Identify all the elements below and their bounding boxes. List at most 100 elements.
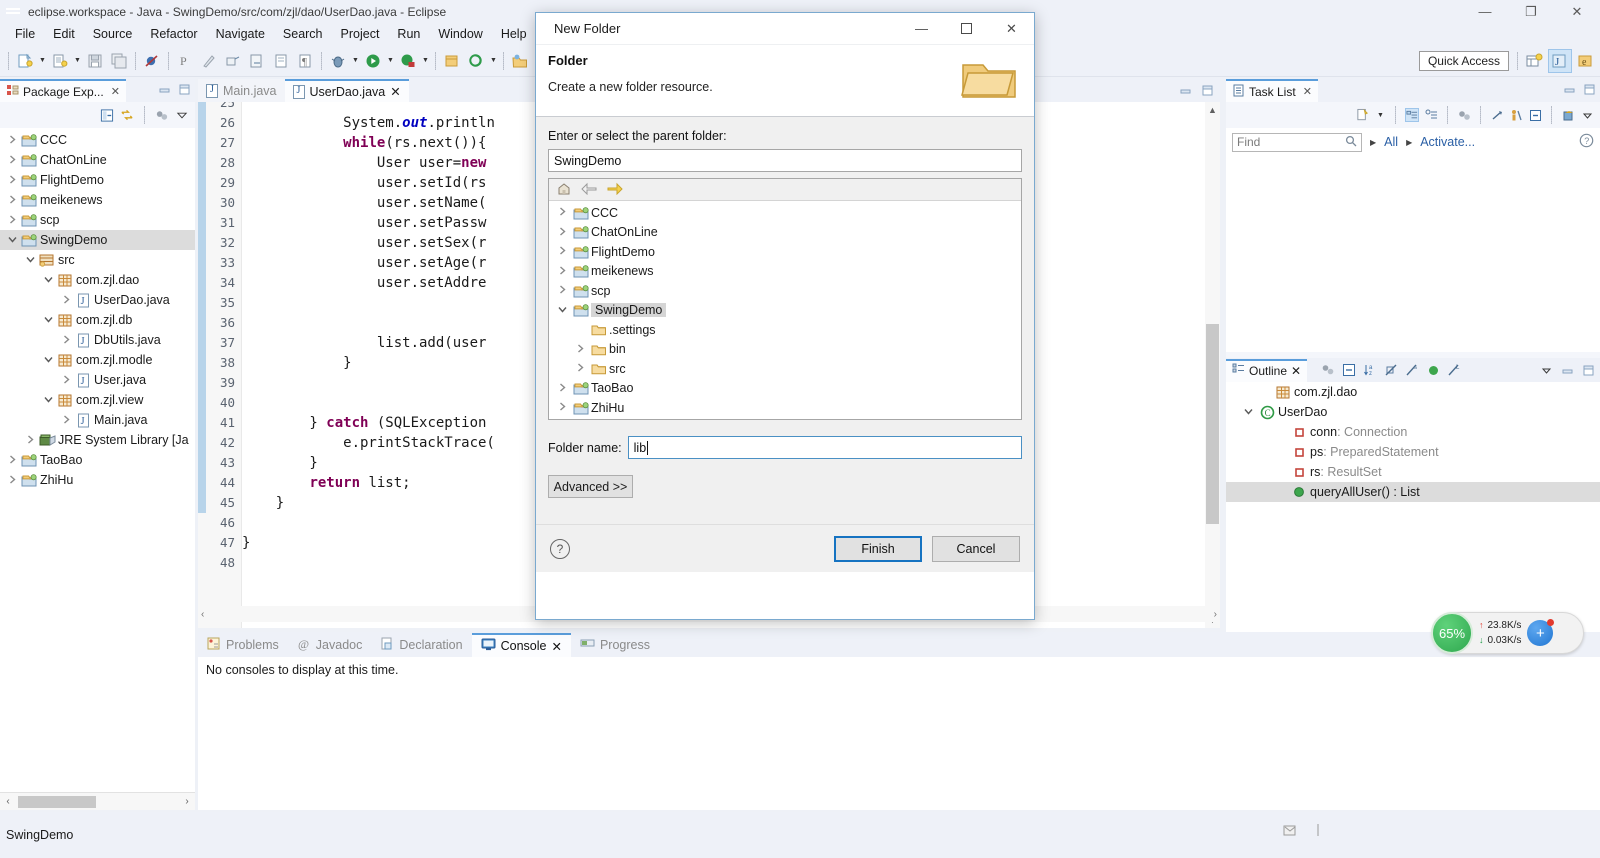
person-icon[interactable]: [1509, 108, 1523, 122]
outline-row[interactable]: rs : ResultSet: [1226, 462, 1600, 482]
coverage-icon[interactable]: [397, 50, 419, 72]
finish-button[interactable]: Finish: [834, 535, 922, 562]
outline-row[interactable]: com.zjl.dao: [1226, 382, 1600, 402]
new-package-icon[interactable]: P: [174, 50, 196, 72]
dialog-close-button[interactable]: ✕: [989, 13, 1034, 44]
twisty-icon[interactable]: [553, 305, 571, 316]
java-perspective-icon[interactable]: J: [1548, 48, 1572, 73]
tree-row[interactable]: scp: [0, 210, 195, 230]
focus-on-active-task-icon[interactable]: [1321, 363, 1335, 377]
tree-row[interactable]: com.zjl.modle: [0, 350, 195, 370]
maximize-icon[interactable]: [1582, 82, 1596, 96]
menu-source[interactable]: Source: [84, 25, 142, 43]
link-with-editor-icon[interactable]: [120, 108, 134, 122]
coverage-dropdown[interactable]: ▼: [420, 50, 431, 72]
minimize-icon[interactable]: [1562, 82, 1576, 96]
twisty-icon[interactable]: [571, 363, 589, 374]
new-java-class-icon[interactable]: [49, 50, 71, 72]
twisty-icon[interactable]: [40, 355, 56, 366]
focus-on-workweek-icon[interactable]: [1457, 108, 1471, 122]
twisty-icon[interactable]: [553, 266, 571, 277]
next-annotation-icon[interactable]: [246, 50, 268, 72]
parent-folder-input[interactable]: SwingDemo: [548, 149, 1022, 172]
new-wizard-dropdown[interactable]: ▼: [37, 50, 48, 72]
tree-row[interactable]: com.zjl.view: [0, 390, 195, 410]
save-all-icon[interactable]: [108, 50, 130, 72]
tree-row[interactable]: J UserDao.java: [0, 290, 195, 310]
view-menu-icon[interactable]: [1539, 363, 1553, 377]
dialog-tree-row[interactable]: .settings: [549, 320, 1021, 340]
tab-problems[interactable]: Problems: [198, 633, 288, 657]
new-java-project-icon[interactable]: [441, 50, 463, 72]
tab-progress[interactable]: Progress: [571, 633, 659, 657]
dialog-tree-row[interactable]: meikenews: [549, 262, 1021, 282]
menu-edit[interactable]: Edit: [44, 25, 84, 43]
scroll-left-icon[interactable]: ‹: [0, 796, 16, 807]
twisty-icon[interactable]: [553, 207, 571, 218]
twisty-icon[interactable]: [58, 294, 74, 306]
new-task-dropdown[interactable]: ▼: [1375, 104, 1386, 126]
hide-static-icon[interactable]: s: [1405, 363, 1419, 377]
scroll-up-icon[interactable]: ▲: [1205, 102, 1220, 118]
twisty-icon[interactable]: [4, 154, 20, 166]
new-class-dropdown[interactable]: ▼: [72, 50, 83, 72]
tree-row[interactable]: com.zjl.dao: [0, 270, 195, 290]
twisty-icon[interactable]: [58, 414, 74, 426]
tree-row[interactable]: src: [0, 250, 195, 270]
save-icon[interactable]: [84, 50, 106, 72]
sort-icon[interactable]: az: [1363, 363, 1377, 377]
filter-activate-link[interactable]: Activate...: [1420, 135, 1475, 149]
menu-help[interactable]: Help: [492, 25, 536, 43]
network-speed-widget[interactable]: 65% ↑ 23.8K/s ↓ 0.03K/s +: [1431, 612, 1584, 654]
twisty-icon[interactable]: [4, 194, 20, 206]
folder-name-input[interactable]: lib: [627, 436, 1022, 459]
menu-refactor[interactable]: Refactor: [141, 25, 206, 43]
tree-row[interactable]: CCC: [0, 130, 195, 150]
synchronize-changed-icon[interactable]: [1490, 108, 1504, 122]
tree-row[interactable]: meikenews: [0, 190, 195, 210]
menu-project[interactable]: Project: [332, 25, 389, 43]
new-wizard-icon[interactable]: [14, 50, 36, 72]
package-explorer-tree[interactable]: CCC ChatOnLine FlightDemo meikenews scp Swing…: [0, 128, 195, 800]
search-dropdown[interactable]: ▼: [488, 50, 499, 72]
close-icon[interactable]: ✕: [111, 85, 120, 98]
twisty-icon[interactable]: [58, 334, 74, 346]
externalize-strings-icon[interactable]: [222, 50, 244, 72]
twisty-icon[interactable]: [40, 275, 56, 286]
task-list-content[interactable]: [1226, 156, 1600, 352]
minimize-icon[interactable]: [157, 82, 171, 96]
cpu-usage-dial[interactable]: 65%: [1431, 612, 1473, 654]
dialog-tree-row[interactable]: CCC: [549, 203, 1021, 223]
menu-navigate[interactable]: Navigate: [207, 25, 274, 43]
new-task-icon[interactable]: [1356, 108, 1370, 122]
advanced-button[interactable]: Advanced >>: [548, 475, 633, 498]
restore-icon[interactable]: [1561, 108, 1575, 122]
dialog-tree-row[interactable]: ZhiHu: [549, 398, 1021, 418]
minimize-window-button[interactable]: —: [1462, 0, 1508, 23]
search-icon[interactable]: [1345, 135, 1357, 150]
close-window-button[interactable]: ✕: [1554, 0, 1600, 23]
twisty-icon[interactable]: [1240, 407, 1256, 418]
help-icon[interactable]: ?: [550, 538, 570, 559]
help-icon[interactable]: ?: [1579, 133, 1594, 151]
tab-console[interactable]: Console ✕: [471, 633, 571, 657]
outline-tree[interactable]: com.zjl.dao C UserDao conn : Connection ps :…: [1226, 382, 1600, 502]
collapse-all-icon[interactable]: [100, 108, 114, 122]
dialog-tree-row[interactable]: bin: [549, 340, 1021, 360]
close-icon[interactable]: ✕: [551, 639, 561, 654]
view-menu-icon[interactable]: [175, 108, 189, 122]
tree-row[interactable]: FlightDemo: [0, 170, 195, 190]
maximize-window-button[interactable]: ❐: [1508, 0, 1554, 23]
menu-file[interactable]: File: [6, 25, 44, 43]
twisty-icon[interactable]: [571, 344, 589, 355]
menu-window[interactable]: Window: [429, 25, 491, 43]
twisty-icon[interactable]: [22, 255, 38, 266]
open-perspective-icon[interactable]: [1522, 49, 1546, 73]
tree-row[interactable]: J Main.java: [0, 410, 195, 430]
dialog-tree-row[interactable]: ChatOnLine: [549, 223, 1021, 243]
maximize-icon[interactable]: [1200, 83, 1214, 97]
outline-row[interactable]: C UserDao: [1226, 402, 1600, 422]
tree-row[interactable]: JRE System Library [Ja: [0, 430, 195, 450]
tree-row[interactable]: J DbUtils.java: [0, 330, 195, 350]
previous-edit-icon[interactable]: [270, 50, 292, 72]
